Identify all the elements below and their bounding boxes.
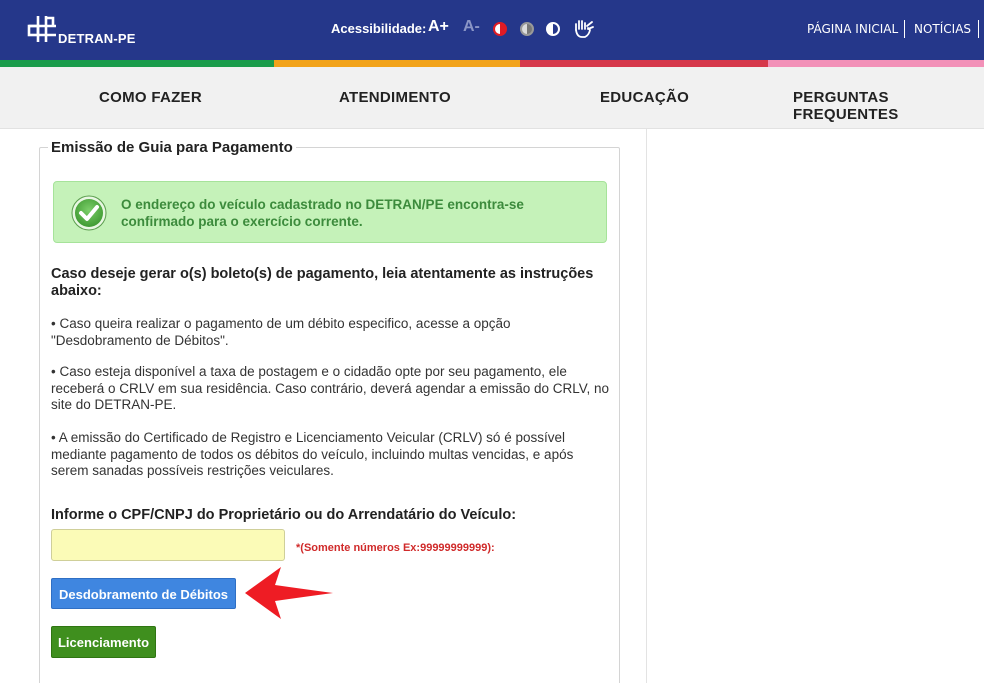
main-nav: COMO FAZER ATENDIMENTO EDUCAÇÃO PERGUNTA… xyxy=(0,67,984,129)
instruction-item: • Caso esteja disponível a taxa de posta… xyxy=(51,364,610,412)
color-stripe-pink xyxy=(768,60,984,67)
font-decrease-button[interactable]: A- xyxy=(463,18,480,36)
nav-educacao[interactable]: EDUCAÇÃO xyxy=(600,89,689,106)
font-increase-button[interactable]: A+ xyxy=(428,18,449,36)
news-link[interactable]: NOTÍCIAS xyxy=(914,22,971,36)
check-icon xyxy=(71,195,107,231)
accessibility-label: Acessibilidade: xyxy=(331,21,427,36)
alert-message: O endereço do veículo cadastrado no DETR… xyxy=(121,197,524,229)
contrast-icon[interactable] xyxy=(493,22,507,36)
link-divider xyxy=(904,20,905,38)
instruction-item: • Caso queira realizar o pagamento de um… xyxy=(51,316,511,348)
red-arrow-icon xyxy=(245,567,333,619)
logo-text[interactable]: DETRAN-PE xyxy=(58,31,136,46)
invert-icon[interactable] xyxy=(546,22,560,36)
color-stripe-red xyxy=(520,60,768,67)
cpf-input[interactable] xyxy=(51,529,285,561)
link-divider xyxy=(978,20,979,38)
nav-perguntas-frequentes[interactable]: PERGUNTAS FREQUENTES xyxy=(793,89,984,123)
success-alert: O endereço do veículo cadastrado no DETR… xyxy=(53,181,607,243)
nav-como-fazer[interactable]: COMO FAZER xyxy=(99,89,202,106)
home-link[interactable]: PÁGINA INICIAL xyxy=(807,22,898,36)
form-title: Emissão de Guia para Pagamento xyxy=(51,139,293,156)
cpf-hint: *(Somente números Ex:99999999999): xyxy=(296,542,495,554)
color-stripe-orange xyxy=(274,60,520,67)
nav-atendimento[interactable]: ATENDIMENTO xyxy=(339,89,451,106)
instruction-item: • A emissão do Certificado de Registro e… xyxy=(51,430,574,478)
cpf-label: Informe o CPF/CNPJ do Proprietário ou do… xyxy=(51,507,517,523)
grayscale-icon[interactable] xyxy=(520,22,534,36)
licenciamento-button[interactable]: Licenciamento xyxy=(51,626,156,658)
color-stripe-green xyxy=(0,60,274,67)
sign-language-icon[interactable] xyxy=(572,18,594,40)
top-header: DETRAN-PE Acessibilidade: A+ A- PÁGINA I… xyxy=(0,0,984,60)
instructions-title: Caso deseje gerar o(s) boleto(s) de paga… xyxy=(51,266,594,299)
detran-logo-icon[interactable] xyxy=(26,14,58,44)
desdobramento-button[interactable]: Desdobramento de Débitos xyxy=(51,578,236,609)
